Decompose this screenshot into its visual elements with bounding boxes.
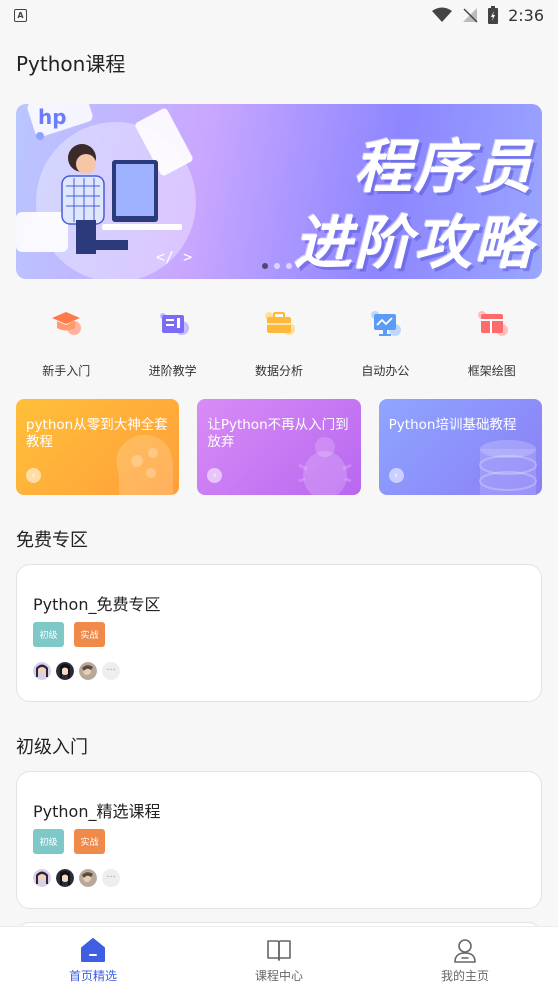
briefcase-icon xyxy=(264,312,295,335)
more-avatars-icon[interactable]: ··· xyxy=(102,662,120,680)
course-card-title: Python培训基础教程 xyxy=(388,417,517,433)
nav-label: 我的主页 xyxy=(440,969,489,983)
programmer-illustration: hp </ > xyxy=(16,104,193,266)
level-tag: 初级 xyxy=(33,829,64,854)
lesson-title: Python_精选课程 xyxy=(33,802,161,821)
course-card-title: python从零到大神全套教程 xyxy=(26,417,168,450)
section-title-beginner: 初级入门 xyxy=(16,737,88,758)
nav-label: 课程中心 xyxy=(254,969,303,983)
course-card[interactable]: 让Python不再从入门到放弃 › xyxy=(197,399,361,495)
graduation-cap-icon xyxy=(52,312,82,335)
database-icon xyxy=(478,440,537,495)
app-notification-icon: A xyxy=(14,8,27,22)
category-label: 自动办公 xyxy=(361,364,410,378)
nav-item-courses[interactable]: 课程中心 xyxy=(186,927,372,992)
category-item-office-automation[interactable]: 自动办公 xyxy=(332,306,438,379)
avatar-group: ··· xyxy=(33,662,120,680)
wifi-icon xyxy=(432,7,453,22)
battery-icon xyxy=(488,6,499,24)
banner-pagination xyxy=(262,263,292,269)
course-card-title: 让Python不再从入门到放弃 xyxy=(207,417,349,450)
category-item-framework-plotting[interactable]: 框架绘图 xyxy=(439,306,545,379)
arrow-right-icon: › xyxy=(388,468,404,483)
more-avatars-icon[interactable]: ··· xyxy=(102,869,120,887)
book-icon xyxy=(159,313,189,335)
avatar xyxy=(79,662,97,680)
svg-text:hp: hp xyxy=(38,105,67,129)
section-title-free: 免费专区 xyxy=(16,530,88,551)
featured-course-cards: python从零到大神全套教程 › 让Python不再从入门到放弃 › Pyth… xyxy=(16,399,542,495)
lesson-card[interactable]: Python_免费专区 初级 实战 ··· xyxy=(16,564,542,702)
category-label: 新手入门 xyxy=(42,364,91,378)
category-row: 新手入门 进阶教学 数据分析 自动办公 框架绘图 xyxy=(0,306,558,379)
avatar-group: ··· xyxy=(33,869,120,887)
tag-list: 初级 实战 xyxy=(33,829,105,854)
nav-label: 首页精选 xyxy=(68,969,117,983)
type-tag: 实战 xyxy=(74,829,105,854)
user-icon xyxy=(454,939,476,963)
avatar xyxy=(56,662,74,680)
course-card[interactable]: Python培训基础教程 › xyxy=(378,399,542,495)
arrow-right-icon: › xyxy=(207,468,223,483)
layout-icon xyxy=(477,311,508,336)
avatar xyxy=(33,869,51,887)
banner-dot xyxy=(286,263,292,269)
category-item-advanced[interactable]: 进阶教学 xyxy=(119,306,225,379)
tag-list: 初级 实战 xyxy=(33,622,105,647)
status-time: 2:36 xyxy=(508,5,544,25)
category-label: 进阶教学 xyxy=(148,364,197,378)
level-tag: 初级 xyxy=(33,622,64,647)
banner-title-line1: 程序员 xyxy=(353,133,534,201)
nav-item-home[interactable]: 首页精选 xyxy=(0,927,186,992)
lesson-title: Python_免费专区 xyxy=(33,595,161,614)
bottom-navigation: 首页精选 课程中心 我的主页 xyxy=(0,926,558,992)
home-icon xyxy=(81,938,105,962)
page-title: Python课程 xyxy=(16,52,126,76)
monitor-icon xyxy=(371,311,402,336)
category-item-beginner[interactable]: 新手入门 xyxy=(13,306,119,379)
lesson-card[interactable]: Python_精选课程 初级 实战 ··· xyxy=(16,771,542,909)
avatar xyxy=(56,869,74,887)
category-label: 数据分析 xyxy=(254,364,303,378)
open-book-icon xyxy=(267,940,291,961)
banner-carousel[interactable]: hp </ > 程序员 进阶攻略 xyxy=(16,104,542,279)
category-item-data-analysis[interactable]: 数据分析 xyxy=(226,306,332,379)
banner-dot xyxy=(274,263,280,269)
nav-item-profile[interactable]: 我的主页 xyxy=(372,927,558,992)
no-signal-icon xyxy=(463,8,478,23)
type-tag: 实战 xyxy=(74,622,105,647)
svg-text:</ >: </ > xyxy=(156,248,192,266)
course-card[interactable]: python从零到大神全套教程 › xyxy=(16,399,180,495)
avatar xyxy=(33,662,51,680)
status-bar: A 2:36 xyxy=(0,0,558,30)
banner-dot xyxy=(262,263,268,269)
arrow-right-icon: › xyxy=(26,468,41,483)
avatar xyxy=(79,869,97,887)
category-label: 框架绘图 xyxy=(467,364,516,378)
